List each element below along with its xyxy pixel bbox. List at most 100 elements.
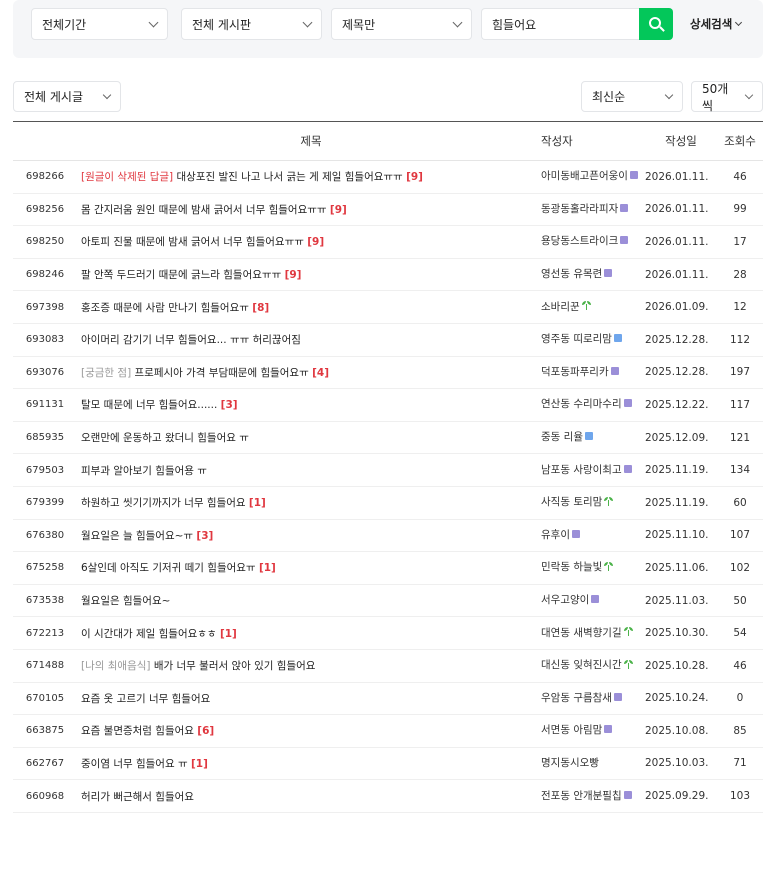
author-name[interactable]: 남포동 사랑이최고 (541, 464, 622, 476)
post-number: 698266 (25, 171, 65, 183)
chevron-down-icon (664, 90, 674, 99)
post-title-link[interactable]: 아토피 진물 때문에 밤새 긁어서 너무 힘들어요ㅠㅠ (81, 236, 304, 248)
post-title-link[interactable]: 월요일은 늘 힘들어요~ㅠ (81, 530, 193, 542)
post-title-link[interactable]: 요즘 불면증처럼 힘들어요 (81, 725, 194, 737)
author-name[interactable]: 사직동 토리맘 (541, 496, 602, 508)
post-title-link[interactable]: 몸 간지러움 원인 때문에 밤새 긁어서 너무 힘들어요ㅠㅠ (81, 204, 327, 216)
category-filter[interactable]: 전체 게시글 (13, 81, 121, 112)
search-button[interactable] (639, 8, 673, 40)
search-input[interactable] (481, 8, 639, 40)
member-level-icon (604, 725, 613, 734)
post-date: 2025.10.28. (645, 659, 709, 672)
post-title-link[interactable]: 중이염 너무 힘들어요 ㅠ (81, 758, 188, 770)
view-count: 103 (729, 790, 751, 803)
author-cell: 영선동 유목련 (541, 258, 645, 291)
member-level-icon (613, 692, 622, 701)
author-name[interactable]: 명지동시오빵 (541, 757, 599, 769)
author-name[interactable]: 연산동 수리마수리 (541, 398, 622, 410)
view-count: 60 (733, 496, 747, 509)
author-cell: 남포동 사랑이최고 (541, 454, 645, 487)
author-name[interactable]: 동광동홀라라피자 (541, 203, 618, 215)
post-title-link[interactable]: [원글이 삭제된 답글] 대상포진 발진 나고 나서 긁는 게 제일 힘들어요ㅠ… (81, 171, 403, 183)
post-date: 2025.10.24. (645, 692, 709, 705)
post-date: 2026.01.11. (645, 268, 709, 281)
comment-count[interactable]: [1] (191, 758, 208, 770)
author-name[interactable]: 영선동 유목련 (541, 268, 602, 280)
post-title-link[interactable]: 허리가 뻐근해서 힘들어요 (81, 791, 194, 803)
comment-count[interactable]: [9] (406, 171, 423, 183)
author-name[interactable]: 서면동 아림맘 (541, 724, 602, 736)
post-title-link[interactable]: 월요일은 힘들어요~ (81, 595, 170, 607)
board-select-label: 전체 게시판 (192, 17, 252, 32)
advanced-search-button[interactable]: 상세검색 (690, 8, 743, 40)
scope-select[interactable]: 제목만 (331, 8, 472, 40)
post-title-link[interactable]: 하원하고 씻기기까지가 너무 힘들어요 (81, 497, 246, 509)
post-title-link[interactable]: 홍조증 때문에 사람 만나기 힘들어요ㅠ (81, 302, 249, 314)
author-name[interactable]: 민락동 하늘빛 (541, 561, 602, 573)
post-title-link[interactable]: 이 시간대가 제일 힘들어요ㅎㅎ (81, 628, 217, 640)
post-date: 2025.11.10. (645, 529, 709, 542)
post-date: 2026.01.11. (645, 235, 709, 248)
table-row: 679399 하원하고 씻기기까지가 너무 힘들어요 [1] 사직동 토리맘 2025… (13, 486, 763, 520)
author-name[interactable]: 대연동 새벽향기길 (541, 627, 622, 639)
board-select[interactable]: 전체 게시판 (181, 8, 322, 40)
author-name[interactable]: 아미동배고픈어웅이 (541, 170, 628, 182)
search-bar: 전체기간 전체 게시판 제목만 상세검색 (13, 0, 763, 58)
post-date: 2025.11.06. (645, 561, 709, 574)
comment-count[interactable]: [4] (312, 367, 329, 379)
post-title: 이 시간대가 제일 힘들어요ㅎㅎ (81, 627, 217, 640)
author-name[interactable]: 서우고양이 (541, 594, 589, 606)
post-title-link[interactable]: 요즘 옷 고르기 너무 힘들어요 (81, 693, 210, 705)
post-title-cell: [궁금한 점] 프로페시아 가격 부담때문에 힘들어요ㅠ [4] (81, 356, 541, 389)
post-title-link[interactable]: 팔 안쪽 두드러기 때문에 긁느라 힘들어요ㅠㅠ (81, 269, 281, 281)
comment-count[interactable]: [3] (221, 399, 238, 411)
post-date: 2025.11.03. (645, 594, 709, 607)
post-title: 요즘 옷 고르기 너무 힘들어요 (81, 692, 211, 705)
period-select[interactable]: 전체기간 (31, 8, 168, 40)
post-title-link[interactable]: 오랜만에 운동하고 왔더니 힘들어요 ㅠ (81, 432, 249, 444)
post-title-link[interactable]: 아이머리 감기기 너무 힘들어요... ㅠㅠ 허리끊어짐 (81, 334, 301, 346)
comment-count[interactable]: [9] (307, 236, 324, 248)
post-title-link[interactable]: 6살인데 아직도 기저귀 떼기 힘들어요ㅠ (81, 562, 256, 574)
author-name[interactable]: 덕포동파푸리카 (541, 366, 609, 378)
post-title-link[interactable]: [나의 최애음식] 배가 너무 불러서 앉아 있기 힘들어요 (81, 660, 315, 672)
author-name[interactable]: 용당동스트라이크 (541, 235, 618, 247)
sort-select[interactable]: 최신순 (581, 81, 683, 112)
comment-count[interactable]: [8] (252, 302, 269, 314)
view-count: 102 (729, 561, 751, 574)
author-cell: 서우고양이 (541, 584, 645, 617)
view-count: 0 (736, 692, 744, 705)
member-level-icon (610, 366, 619, 375)
comment-count[interactable]: [9] (330, 204, 347, 216)
sprout-icon (623, 659, 633, 669)
author-name[interactable]: 전포동 안개분필칩 (541, 790, 622, 802)
author-name[interactable]: 중동 리율 (541, 431, 583, 443)
author-name[interactable]: 유후이 (541, 529, 570, 541)
table-row: 679503 피부과 알아보기 힘들어용 ㅠ 남포동 사랑이최고 2025.11.19… (13, 454, 763, 487)
author-name[interactable]: 대신동 잊혀진시간 (541, 659, 622, 671)
post-title-link[interactable]: 탈모 때문에 너무 힘들어요...... (81, 399, 217, 411)
chevron-down-icon (102, 90, 112, 99)
post-prefix: [궁금한 점] (81, 366, 132, 379)
author-name[interactable]: 소바리꾼 (541, 301, 580, 313)
comment-count[interactable]: [6] (197, 725, 214, 737)
post-date: 2025.12.22. (645, 398, 709, 411)
comment-count[interactable]: [9] (285, 269, 302, 281)
comment-count[interactable]: [1] (249, 497, 266, 509)
author-cell: 우암동 구름참새 (541, 682, 645, 715)
author-name[interactable]: 영주동 띠로리맘 (541, 333, 612, 345)
table-row: 691131 탈모 때문에 너무 힘들어요...... [3] 연산동 수리마수리 2… (13, 389, 763, 422)
post-title-link[interactable]: 피부과 알아보기 힘들어용 ㅠ (81, 465, 207, 477)
post-date: 2025.09.29. (645, 790, 709, 803)
member-level-icon (629, 171, 638, 180)
table-row: 698246 팔 안쪽 두드러기 때문에 긁느라 힘들어요ㅠㅠ [9] 영선동 유목… (13, 258, 763, 291)
table-row: 663875 요즘 불면증처럼 힘들어요 [6] 서면동 아림맘 2025.10.08… (13, 715, 763, 748)
comment-count[interactable]: [1] (259, 562, 276, 574)
per-page-select[interactable]: 50개씩 (691, 81, 763, 113)
comment-count[interactable]: [3] (196, 530, 213, 542)
author-name[interactable]: 우암동 구름참새 (541, 692, 612, 704)
comment-count[interactable]: [1] (220, 628, 237, 640)
post-title-cell: [원글이 삭제된 답글] 대상포진 발진 나고 나서 긁는 게 제일 힘들어요ㅠ… (81, 161, 541, 194)
post-title-link[interactable]: [궁금한 점] 프로페시아 가격 부담때문에 힘들어요ㅠ (81, 367, 309, 379)
post-number: 663875 (25, 725, 65, 737)
